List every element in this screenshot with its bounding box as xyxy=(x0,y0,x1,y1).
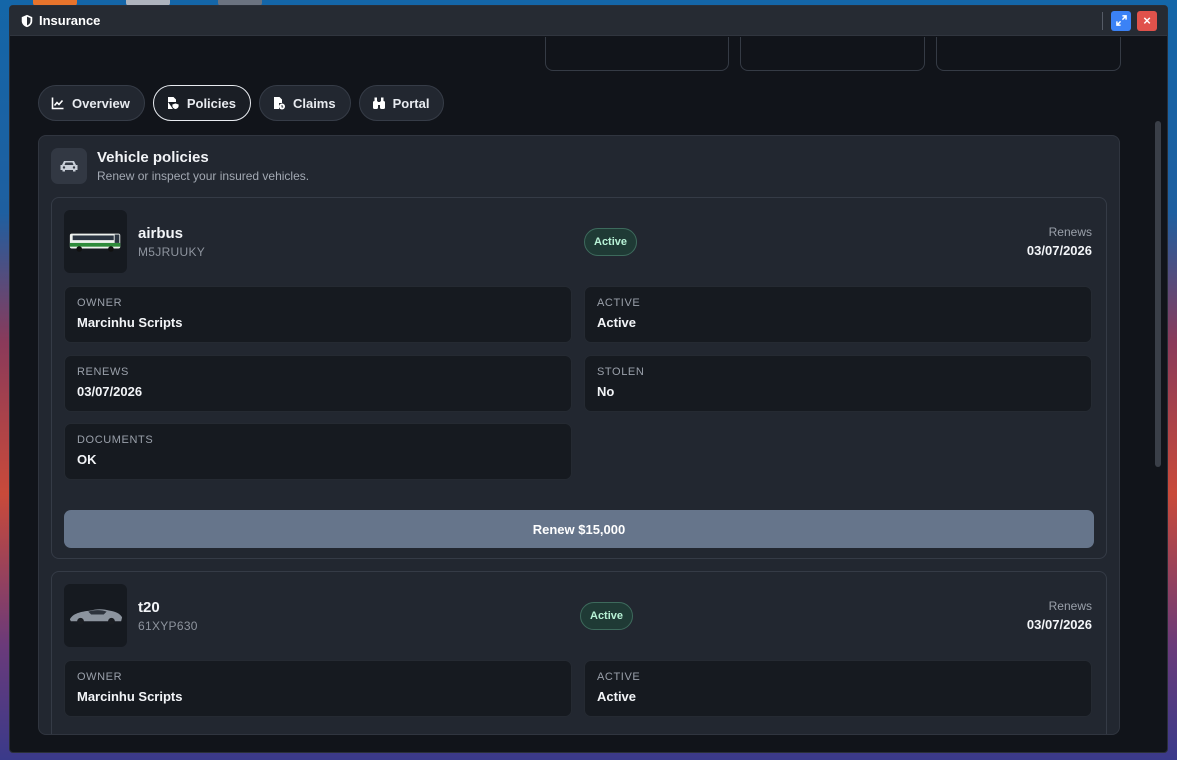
field-label: OWNER xyxy=(77,297,123,309)
window-controls: × xyxy=(1102,10,1157,31)
field-label: RENEWS xyxy=(77,366,129,378)
field-active: ACTIVE Active xyxy=(584,660,1092,717)
policy-card: airbus M5JRUUKY Active Renews 03/07/2026… xyxy=(51,197,1107,559)
vehicle-name: airbus xyxy=(138,225,184,242)
summary-card-stub xyxy=(545,37,729,71)
expand-icon xyxy=(1115,15,1127,26)
field-label: STOLEN xyxy=(597,366,645,378)
field-value: Active xyxy=(597,315,637,330)
renews-label: Renews xyxy=(1048,599,1092,613)
tab-label: Portal xyxy=(392,95,430,111)
renews-label: Renews xyxy=(1048,225,1092,239)
expand-button[interactable] xyxy=(1111,10,1131,31)
field-value: Marcinhu Scripts xyxy=(77,315,183,330)
tab-label: Claims xyxy=(292,95,336,111)
insurance-window: Insurance × Overview Policies Claims Por… xyxy=(9,5,1168,753)
vehicle-thumbnail xyxy=(64,210,127,273)
field-active: ACTIVE Active xyxy=(584,286,1092,343)
field-value: OK xyxy=(77,452,97,467)
field-value: Active xyxy=(597,689,637,704)
field-owner: OWNER Marcinhu Scripts xyxy=(64,286,572,343)
summary-card-stub xyxy=(936,37,1121,71)
field-label: DOCUMENTS xyxy=(77,434,154,446)
tab-label: Policies xyxy=(186,95,236,111)
vehicle-plate: 61XYP630 xyxy=(138,619,198,633)
field-stolen: STOLEN No xyxy=(584,355,1092,412)
tab-policies[interactable]: Policies xyxy=(152,85,251,121)
vehicle-thumbnail xyxy=(64,584,127,647)
close-button[interactable]: × xyxy=(1137,10,1157,31)
tab-portal[interactable]: Portal xyxy=(358,85,445,121)
tab-bar: Overview Policies Claims Portal xyxy=(38,85,445,121)
field-documents: DOCUMENTS OK xyxy=(64,423,572,480)
field-value: No xyxy=(597,384,615,399)
vehicle-policies-panel: Vehicle policies Renew or inspect your i… xyxy=(38,135,1120,735)
file-shield-icon xyxy=(166,96,180,110)
field-label: OWNER xyxy=(77,671,123,683)
shield-icon xyxy=(20,14,34,28)
status-badge: Active xyxy=(580,602,634,630)
vehicle-plate: M5JRUUKY xyxy=(138,245,206,259)
chart-line-icon xyxy=(51,96,65,110)
close-icon: × xyxy=(1143,13,1151,28)
renew-button[interactable]: Renew $15,000 xyxy=(64,510,1094,548)
car-icon xyxy=(51,148,87,184)
window-title: Insurance xyxy=(39,13,101,28)
field-label: ACTIVE xyxy=(597,671,641,683)
binoculars-icon xyxy=(372,96,386,110)
titlebar: Insurance × xyxy=(10,6,1167,36)
tab-label: Overview xyxy=(72,95,130,111)
field-owner: OWNER Marcinhu Scripts xyxy=(64,660,572,717)
panel-subtitle: Renew or inspect your insured vehicles. xyxy=(97,169,310,183)
field-label: ACTIVE xyxy=(597,297,641,309)
panel-title: Vehicle policies xyxy=(97,149,209,166)
field-value: Marcinhu Scripts xyxy=(77,689,183,704)
field-renews: RENEWS 03/07/2026 xyxy=(64,355,572,412)
tab-claims[interactable]: Claims xyxy=(258,85,351,121)
summary-card-stub xyxy=(740,37,925,71)
field-value: 03/07/2026 xyxy=(77,384,143,399)
panel-header: Vehicle policies Renew or inspect your i… xyxy=(51,148,309,184)
vehicle-name: t20 xyxy=(138,599,160,616)
window-content: Overview Policies Claims Portal Vehicle … xyxy=(10,37,1167,752)
policy-card: t20 61XYP630 Active Renews 03/07/2026 OW… xyxy=(51,571,1107,734)
divider xyxy=(1102,11,1103,30)
scrollbar[interactable] xyxy=(1155,121,1161,467)
renews-date: 03/07/2026 xyxy=(1026,243,1092,258)
status-badge: Active xyxy=(584,228,638,256)
renews-date: 03/07/2026 xyxy=(1026,617,1092,632)
tab-overview[interactable]: Overview xyxy=(38,85,145,121)
file-claims-icon xyxy=(272,96,286,110)
